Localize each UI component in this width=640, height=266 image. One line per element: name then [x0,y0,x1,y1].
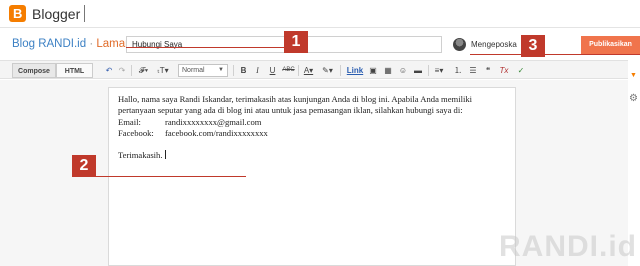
bold-button[interactable]: B [239,63,248,78]
facebook-label: Facebook: [118,127,154,138]
avatar[interactable] [453,38,466,51]
blogger-logo-icon[interactable]: B [9,5,26,22]
link-button[interactable]: Link [346,63,364,78]
italic-button[interactable]: I [253,63,262,78]
toolbar-divider [298,65,299,76]
gear-icon[interactable]: ⚙ [629,93,638,104]
redo-icon[interactable]: ↷ [117,63,127,78]
tab-compose[interactable]: Compose [12,63,56,78]
editor-content[interactable]: Hallo, nama saya Randi Iskandar, terimak… [118,94,508,162]
font-size-icon[interactable]: ₜT▾ [155,63,171,78]
toolbar-divider [428,65,429,76]
callout-2-line [94,176,246,177]
toolbar-divider [131,65,132,76]
callout-1-line [126,47,286,48]
callout-3-line [470,54,640,55]
facebook-value: facebook.com/randixxxxxxxx [165,127,268,138]
format-value: Normal [182,67,205,74]
top-bar: B Blogger [0,0,640,28]
strikethrough-button[interactable]: ABC [282,63,295,78]
video-icon[interactable]: ▦ [383,63,393,78]
highlight-icon[interactable]: ✎▾ [321,63,334,78]
app-title: Blogger [32,6,81,22]
jump-break-icon[interactable]: ▬ [413,63,423,78]
publish-button[interactable]: Publikasikan [581,36,640,54]
breadcrumb-separator: · [89,38,94,50]
email-line: Email: randixxxxxxxx@gmail.com [118,117,508,128]
emoji-icon[interactable]: ☺ [398,63,408,78]
underline-button[interactable]: U [268,63,277,78]
spell-check-icon[interactable]: ✓ [516,63,526,78]
numbered-list-icon[interactable]: ⒈ [453,63,463,78]
editor-toolbar: Compose HTML ↶ ↷ 𝓕▾ ₜT▾ Normal ▼ B I U AB… [0,60,628,79]
intro-paragraph: Hallo, nama saya Randi Iskandar, terimak… [118,94,473,116]
closing-text: Terimakasih. [118,150,163,161]
caret-down-icon[interactable]: ▼ [630,72,637,79]
toolbar-divider [233,65,234,76]
font-family-icon[interactable]: 𝓕▾ [136,63,151,78]
blog-name-link[interactable]: Blog RANDI.id [12,38,86,50]
tab-html[interactable]: HTML [56,63,93,78]
closing-line: Terimakasih. [118,150,508,161]
author-label[interactable]: Mengeposkan [471,40,517,49]
divider [84,5,85,22]
align-icon[interactable]: ≡▾ [432,63,446,78]
quote-icon[interactable]: ❝ [483,63,493,78]
breadcrumb: Blog RANDI.id · Laman [12,38,132,50]
bullet-list-icon[interactable]: ☰ [468,63,478,78]
email-label: Email: [118,116,141,127]
text-cursor [164,150,166,160]
callout-1: 1 [284,31,308,53]
toolbar-divider [340,65,341,76]
clear-format-icon[interactable]: Tx [498,63,510,78]
logo-letter: B [13,6,23,21]
text-color-icon[interactable]: A▾ [302,63,315,78]
email-value: randixxxxxxxx@gmail.com [165,116,262,127]
watermark: RANDI.id [499,230,637,263]
image-icon[interactable]: ▣ [368,63,378,78]
undo-icon[interactable]: ↶ [104,63,114,78]
callout-2: 2 [72,155,96,177]
facebook-line: Facebook: facebook.com/randixxxxxxxx [118,128,508,139]
format-select[interactable]: Normal ▼ [178,64,228,77]
chevron-down-icon: ▼ [218,67,224,73]
